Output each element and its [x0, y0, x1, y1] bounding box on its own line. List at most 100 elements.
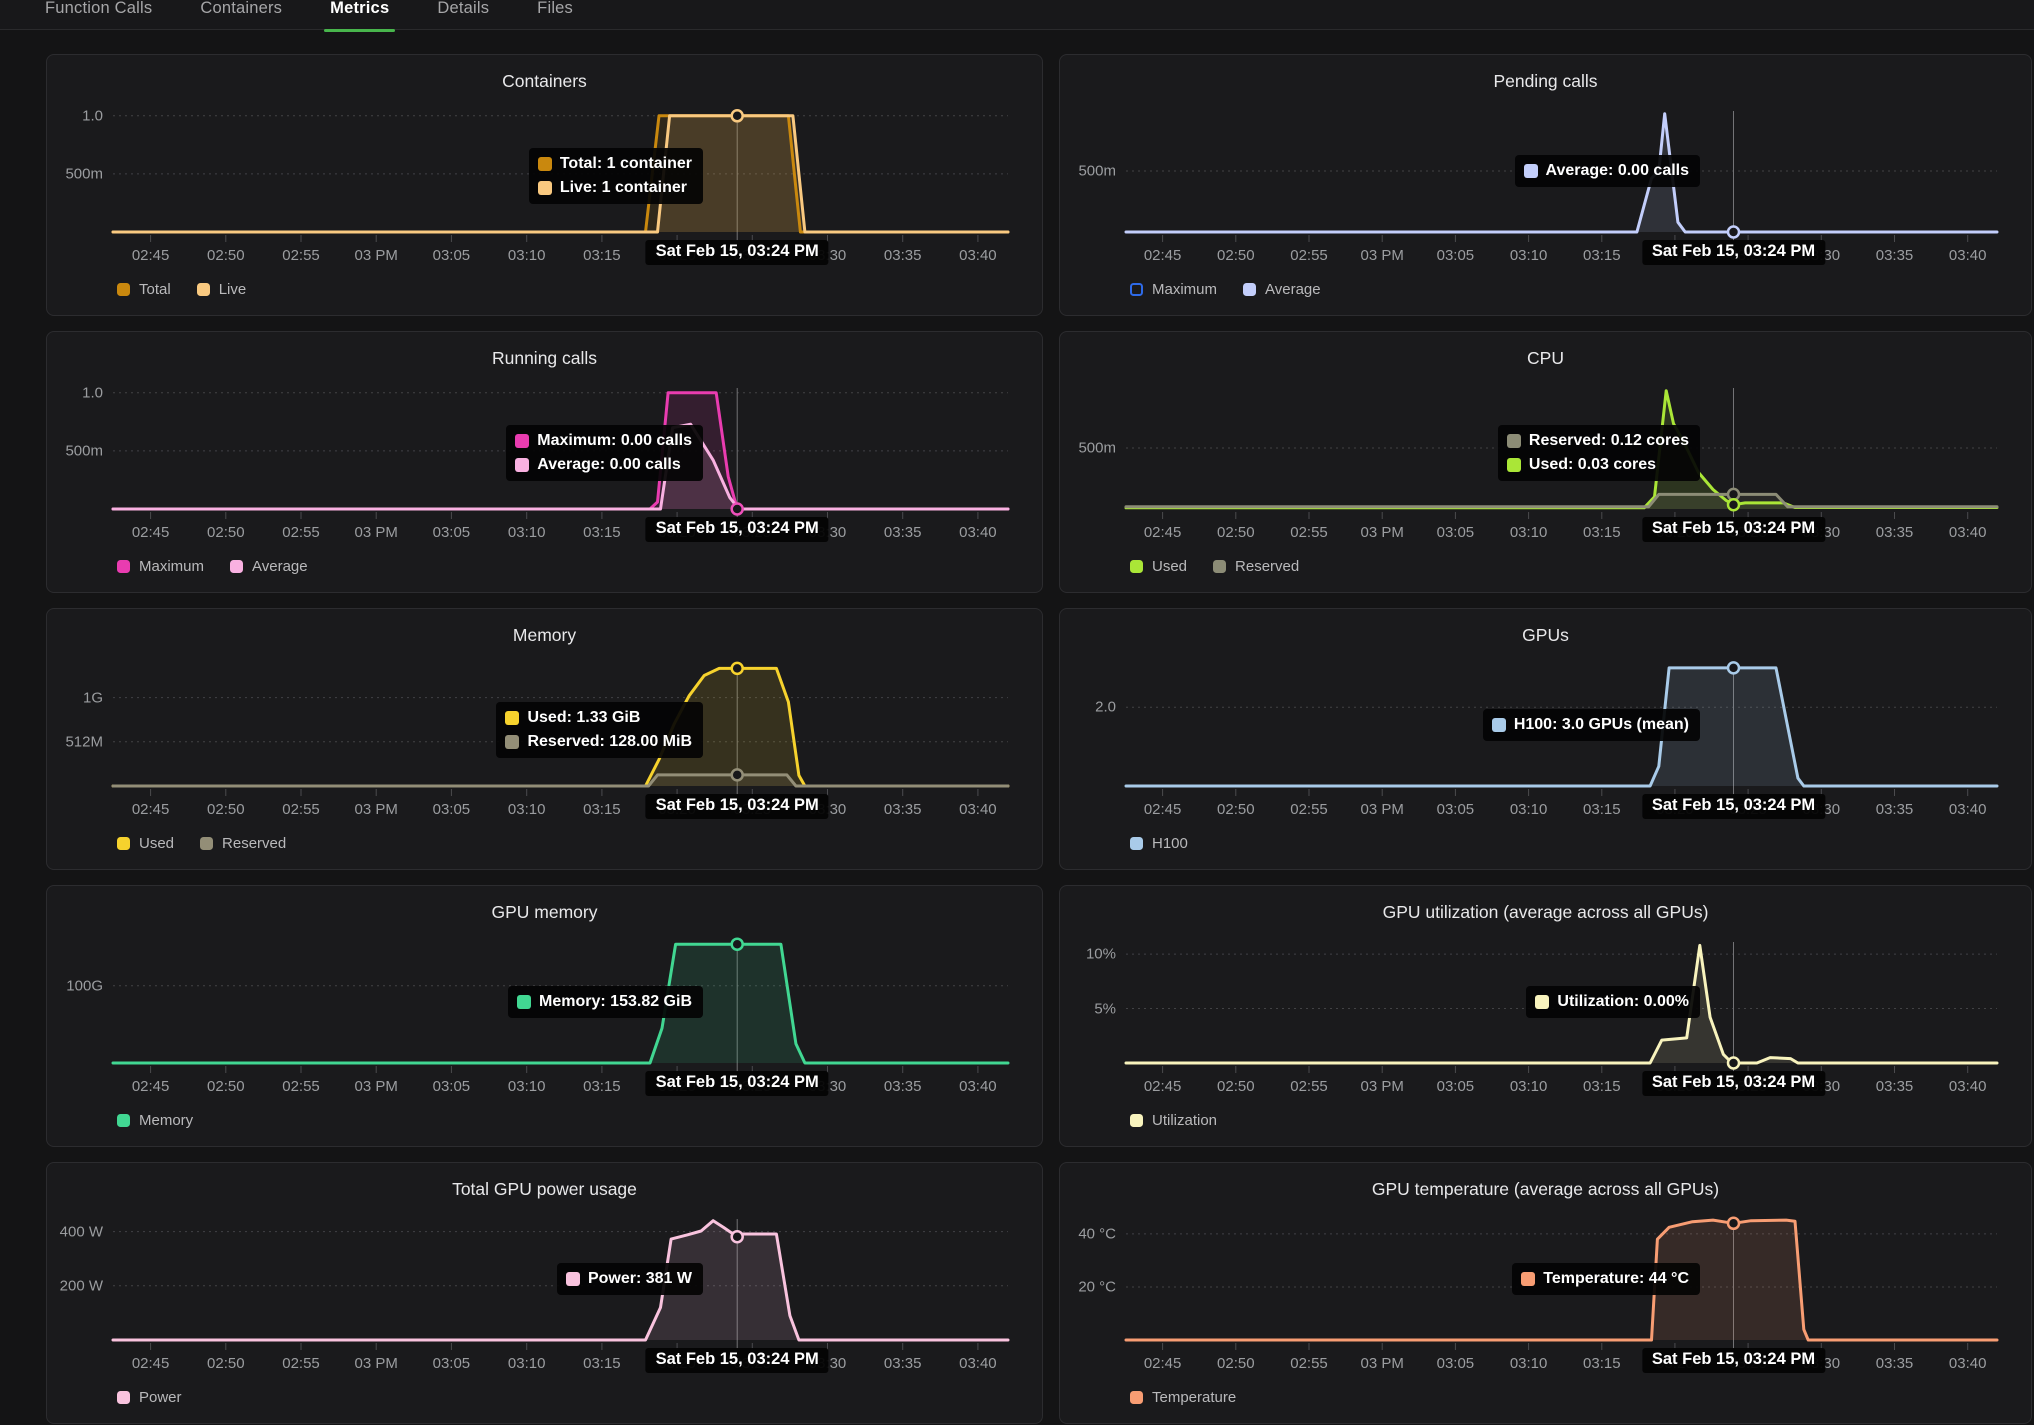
- legend: Memory: [117, 1112, 193, 1129]
- tooltip-color-chip: [538, 157, 552, 171]
- y-axis-label: 100G: [47, 977, 103, 994]
- legend-color-chip: [230, 560, 243, 573]
- y-axis-label: 1G: [47, 689, 103, 706]
- cursor-marker: [1728, 499, 1739, 510]
- tooltip-row: Memory: 153.82 GiB: [517, 993, 692, 1011]
- chart-card-gpu-temperature-average-across-all-gpus: GPU temperature (average across all GPUs…: [1059, 1162, 2032, 1424]
- tooltip-color-chip: [1535, 995, 1549, 1009]
- x-axis-label: 02:50: [207, 801, 245, 818]
- tab-bar: Function Calls Containers Metrics Details Fi…: [0, 0, 2034, 30]
- x-axis-label: 03:35: [884, 524, 922, 541]
- x-axis-label: 03 PM: [1361, 247, 1404, 264]
- x-axis-label: 03:15: [583, 801, 621, 818]
- legend-item-label: Maximum: [1152, 281, 1217, 298]
- x-axis-label: 02:50: [1217, 1355, 1255, 1372]
- legend-item-h100[interactable]: H100: [1130, 835, 1188, 852]
- tab-files[interactable]: Files: [537, 0, 573, 30]
- x-axis-label: 03:15: [583, 247, 621, 264]
- legend-item-utilization[interactable]: Utilization: [1130, 1112, 1217, 1129]
- tooltip-row: Used: 0.03 cores: [1507, 456, 1689, 474]
- legend: Power: [117, 1389, 182, 1406]
- legend-item-power[interactable]: Power: [117, 1389, 182, 1406]
- value-tooltip-gpus: H100: 3.0 GPUs (mean): [1483, 709, 1700, 741]
- x-axis-label: 02:50: [1217, 1078, 1255, 1095]
- tab-label: Containers: [200, 0, 282, 18]
- legend: Temperature: [1130, 1389, 1236, 1406]
- series-fill-reserved: [113, 775, 1008, 786]
- x-axis-label: 02:45: [1144, 524, 1182, 541]
- x-axis-label: 02:55: [282, 247, 320, 264]
- tab-label: Function Calls: [45, 0, 152, 18]
- legend-item-used[interactable]: Used: [1130, 558, 1187, 575]
- cursor-marker: [732, 1231, 743, 1242]
- x-axis-label: 03:35: [1876, 524, 1914, 541]
- legend-item-maximum[interactable]: Maximum: [1130, 281, 1217, 298]
- legend-item-label: Utilization: [1152, 1112, 1217, 1129]
- x-axis-label: 03:35: [1876, 801, 1914, 818]
- legend-item-total[interactable]: Total: [117, 281, 171, 298]
- legend-item-average[interactable]: Average: [230, 558, 308, 575]
- legend: Maximum Average: [1130, 281, 1321, 298]
- metrics-chart-grid: Containers1.0500m02:4502:5002:5503 PM03:…: [46, 54, 2034, 1424]
- legend-item-label: H100: [1152, 835, 1188, 852]
- legend-item-reserved[interactable]: Reserved: [1213, 558, 1299, 575]
- tab-metrics[interactable]: Metrics: [330, 0, 389, 30]
- x-axis-label: 03:05: [433, 524, 471, 541]
- legend-item-live[interactable]: Live: [197, 281, 247, 298]
- cursor-marker: [1728, 227, 1739, 238]
- tooltip-value: Power: 381 W: [588, 1270, 692, 1288]
- legend-item-memory[interactable]: Memory: [117, 1112, 193, 1129]
- x-axis-label: 03:05: [433, 1355, 471, 1372]
- y-axis-label: 1.0: [47, 384, 103, 401]
- cursor-marker: [1728, 1058, 1739, 1069]
- legend-item-label: Temperature: [1152, 1389, 1236, 1406]
- value-tooltip-gpu-memory: Memory: 153.82 GiB: [508, 986, 703, 1018]
- x-axis-label: 02:50: [1217, 801, 1255, 818]
- series-line-reserved: [1126, 494, 1997, 506]
- x-axis-label: 03:40: [1949, 1078, 1987, 1095]
- legend-item-maximum[interactable]: Maximum: [117, 558, 204, 575]
- tab-function-calls[interactable]: Function Calls: [45, 0, 152, 30]
- tooltip-color-chip: [1507, 434, 1521, 448]
- tooltip-row: H100: 3.0 GPUs (mean): [1492, 716, 1689, 734]
- legend-color-chip: [117, 283, 130, 296]
- x-axis-label: 02:55: [1290, 247, 1328, 264]
- x-axis-label: 03 PM: [1361, 524, 1404, 541]
- cursor-date-tooltip: Sat Feb 15, 03:24 PM: [646, 240, 829, 265]
- legend-item-label: Average: [252, 558, 308, 575]
- legend-item-temperature[interactable]: Temperature: [1130, 1389, 1236, 1406]
- x-axis-label: 02:55: [282, 524, 320, 541]
- legend-item-label: Live: [219, 281, 247, 298]
- tab-details[interactable]: Details: [437, 0, 489, 30]
- cursor-marker: [732, 110, 743, 121]
- x-axis-label: 02:55: [1290, 1355, 1328, 1372]
- x-axis-label: 02:50: [207, 1078, 245, 1095]
- cursor-date-tooltip: Sat Feb 15, 03:24 PM: [646, 794, 829, 819]
- tooltip-row: Temperature: 44 °C: [1521, 1270, 1689, 1288]
- tooltip-value: H100: 3.0 GPUs (mean): [1514, 716, 1689, 734]
- tooltip-color-chip: [515, 458, 529, 472]
- y-axis-label: 500m: [47, 442, 103, 459]
- legend-item-used[interactable]: Used: [117, 835, 174, 852]
- tooltip-color-chip: [517, 995, 531, 1009]
- value-tooltip-running-calls: Maximum: 0.00 callsAverage: 0.00 calls: [506, 425, 703, 481]
- tooltip-value: Temperature: 44 °C: [1543, 1270, 1689, 1288]
- tooltip-row: Used: 1.33 GiB: [505, 709, 692, 727]
- x-axis-label: 03:35: [884, 1078, 922, 1095]
- x-axis-label: 03:15: [1583, 524, 1621, 541]
- legend-color-chip: [117, 1114, 130, 1127]
- legend-item-average[interactable]: Average: [1243, 281, 1321, 298]
- tooltip-color-chip: [566, 1272, 580, 1286]
- x-axis-label: 02:50: [207, 1355, 245, 1372]
- x-axis-label: 03:10: [508, 801, 546, 818]
- chart-plot-area[interactable]: [47, 1163, 1044, 1425]
- value-tooltip-gpu-temperature-average-across-all-gpus: Temperature: 44 °C: [1512, 1263, 1700, 1295]
- legend-item-reserved[interactable]: Reserved: [200, 835, 286, 852]
- tab-containers[interactable]: Containers: [200, 0, 282, 30]
- x-axis-label: 03:40: [959, 1078, 997, 1095]
- x-axis-label: 03:40: [1949, 801, 1987, 818]
- x-axis-label: 03:05: [1437, 1078, 1475, 1095]
- x-axis-label: 03:40: [1949, 247, 1987, 264]
- chart-card-cpu: CPU500m02:4502:5002:5503 PM03:0503:1003:…: [1059, 331, 2032, 593]
- legend-item-label: Used: [139, 835, 174, 852]
